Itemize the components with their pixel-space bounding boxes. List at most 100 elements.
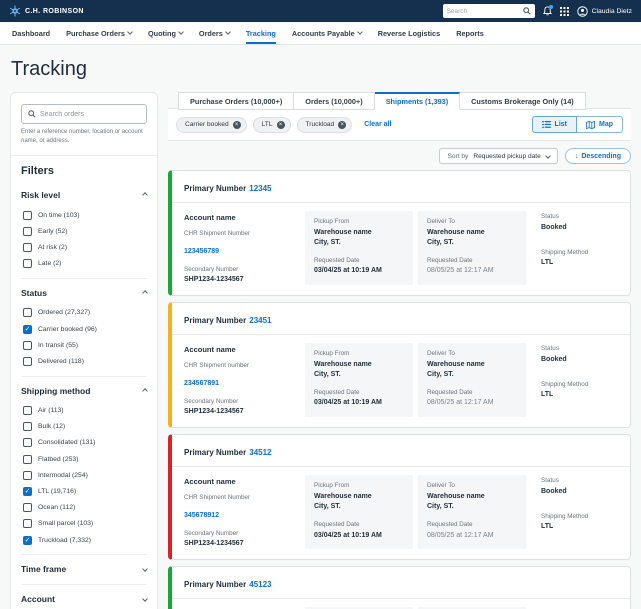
chevron-down-icon (225, 29, 231, 35)
avatar-icon (576, 5, 588, 17)
shipment-card[interactable]: Primary Number 12345 Account name CHR Shi… (168, 170, 631, 297)
shipment-card[interactable]: Primary Number45123 Account name CHR Shi… (168, 566, 631, 609)
deliver-to-label: Deliver To (427, 350, 455, 358)
deliver-date: 08/05/25 at 12:17 AM (427, 399, 494, 407)
list-icon (541, 121, 551, 128)
nav-item[interactable]: Reports (448, 22, 492, 44)
chr-shipment-link[interactable]: 234567891 (184, 380, 219, 387)
shipment-card[interactable]: Primary Number 34512 Account name CHR Shi… (168, 434, 631, 561)
filter-checkbox-row[interactable]: Carrier booked (96) (21, 321, 147, 337)
deliver-date-label: Requested Date (427, 521, 473, 529)
filter-options: Air (113) Bulk (12) Consolidated (131) F… (21, 400, 147, 549)
orders-search-input[interactable] (40, 110, 140, 118)
filter-checkbox-row[interactable]: Flatbed (253) (21, 451, 147, 467)
nav-item[interactable]: Orders (191, 22, 238, 44)
primary-number-link[interactable]: 12345 (249, 184, 271, 193)
user-menu[interactable]: Claudia Dietz (576, 5, 632, 17)
filter-section-header[interactable]: Shipping method (21, 381, 148, 400)
tab[interactable]: Customs Brokerage Only (14) (460, 92, 586, 110)
card-body: Account name CHR Shipment Number 4567891… (172, 599, 630, 609)
view-toggle: List Map (531, 116, 623, 133)
map-view-button[interactable]: Map (577, 116, 623, 133)
clear-all-link[interactable]: Clear all (364, 121, 391, 128)
filter-section-header[interactable]: Risk level (21, 185, 148, 204)
filter-chip[interactable]: Carrier booked × (176, 116, 247, 133)
top-bar: C.H. ROBINSON Search Claudia Dietz (0, 0, 641, 22)
pickup-city: City, ST. (314, 370, 341, 378)
shipment-card[interactable]: Primary Number 23451 Account name CHR Shi… (168, 302, 631, 429)
pickup-date: 03/04/25 at 10:19 AM (314, 267, 382, 275)
nav-item[interactable]: Reverse Logistics (370, 22, 448, 44)
pickup-warehouse: Warehouse name (314, 492, 372, 500)
secondary-number-label: Secondary Number (184, 265, 239, 273)
filter-section-header[interactable]: Account (21, 589, 148, 608)
chr-shipment-link[interactable]: 345678912 (184, 512, 219, 519)
checkbox-icon (23, 438, 32, 448)
nav-item[interactable]: Purchase Orders (58, 22, 140, 44)
filter-checkbox-row[interactable]: Small parcel (103) (21, 516, 147, 532)
filter-chip[interactable]: LTL × (252, 116, 291, 133)
filter-checkbox-row[interactable]: At risk (2) (21, 239, 147, 255)
card-body: Account name CHR Shipment Number 3456789… (172, 467, 630, 559)
nav-item[interactable]: Tracking (238, 22, 284, 44)
filter-checkbox-row[interactable]: Truckload (7,332) (21, 532, 147, 548)
primary-number-link[interactable]: 34512 (249, 448, 271, 457)
filter-checkbox-row[interactable]: Bulk (12) (21, 419, 147, 435)
pickup-warehouse: Warehouse name (314, 228, 372, 236)
list-view-button[interactable]: List (531, 116, 577, 133)
nav-item[interactable]: Accounts Payable (284, 22, 370, 44)
filter-checkbox-row[interactable]: Delivered (118) (21, 353, 147, 369)
results-area: Purchase Orders (10,000+) Orders (10,000… (168, 92, 631, 609)
filter-section-header[interactable]: Time frame (21, 559, 148, 578)
map-icon (586, 120, 595, 129)
tab[interactable]: Orders (10,000+) (294, 92, 375, 110)
filter-section-header[interactable]: Status (21, 283, 148, 302)
search-icon[interactable] (522, 7, 531, 15)
global-search-input[interactable] (446, 7, 523, 15)
pickup-from-label: Pickup From (314, 218, 350, 225)
filter-checkbox-row[interactable]: Ordered (27,327) (21, 305, 147, 321)
secondary-number: SHP1234-1234567 (184, 408, 244, 416)
filter-checkbox-row[interactable]: Air (113) (21, 403, 147, 419)
close-icon[interactable]: × (232, 120, 241, 129)
primary-number-label: Primary Number (184, 184, 247, 193)
filter-checkbox-row[interactable]: In transit (55) (21, 337, 147, 353)
filter-checkbox-row[interactable]: Late (2) (21, 256, 147, 272)
nav-item[interactable]: Quoting (140, 22, 191, 44)
filter-section: Account (21, 584, 148, 609)
close-icon[interactable]: × (276, 120, 285, 129)
brand-snowflake-icon (9, 5, 21, 17)
card-body: Account name CHR Shipment Number 1234567… (172, 203, 630, 295)
primary-number-link[interactable]: 45123 (249, 580, 271, 589)
close-icon[interactable]: × (338, 120, 347, 129)
tab[interactable]: Shipments (1,393) (374, 92, 461, 110)
checkbox-icon (23, 210, 32, 220)
notifications-button[interactable] (542, 5, 553, 16)
filter-checkbox-row[interactable]: Intermodal (254) (21, 467, 147, 483)
brand-logo: C.H. ROBINSON (9, 5, 84, 17)
status-value: Booked (541, 355, 567, 363)
pickup-date: 03/04/25 at 10:19 AM (314, 399, 382, 407)
deliver-panel: Deliver To Warehouse name City, ST. Requ… (418, 343, 526, 418)
sort-direction-button[interactable]: ↓ Descending (564, 148, 631, 164)
pickup-date: 03/04/25 at 10:19 AM (314, 531, 382, 539)
nav-item[interactable]: Dashboard (4, 22, 58, 44)
filter-chip[interactable]: Truckload × (296, 116, 353, 133)
pickup-from-label: Pickup From (314, 350, 350, 358)
tab[interactable]: Purchase Orders (10,000+) (178, 92, 295, 110)
filter-section: Time frame (21, 554, 148, 584)
user-name: Claudia Dietz (591, 7, 632, 15)
apps-grid-button[interactable] (559, 6, 569, 16)
primary-number-link[interactable]: 23451 (249, 316, 271, 325)
chr-shipment-label: CHR Shipment Number (184, 494, 251, 502)
filter-checkbox-row[interactable]: On time (103) (21, 207, 147, 223)
primary-number-label: Primary Number (184, 448, 247, 458)
filter-checkbox-row[interactable]: Consolidated (131) (21, 435, 147, 451)
checkbox-icon (23, 324, 32, 334)
filter-checkbox-row[interactable]: Ocean (112) (21, 500, 147, 516)
chr-shipment-link[interactable]: 123456789 (184, 248, 219, 255)
sort-by-dropdown[interactable]: Sort by Requested pickup date (439, 148, 558, 164)
pickup-city: City, ST. (314, 502, 341, 510)
filter-checkbox-row[interactable]: Early (52) (21, 223, 147, 239)
filter-checkbox-row[interactable]: LTL (19,716) (21, 483, 147, 499)
